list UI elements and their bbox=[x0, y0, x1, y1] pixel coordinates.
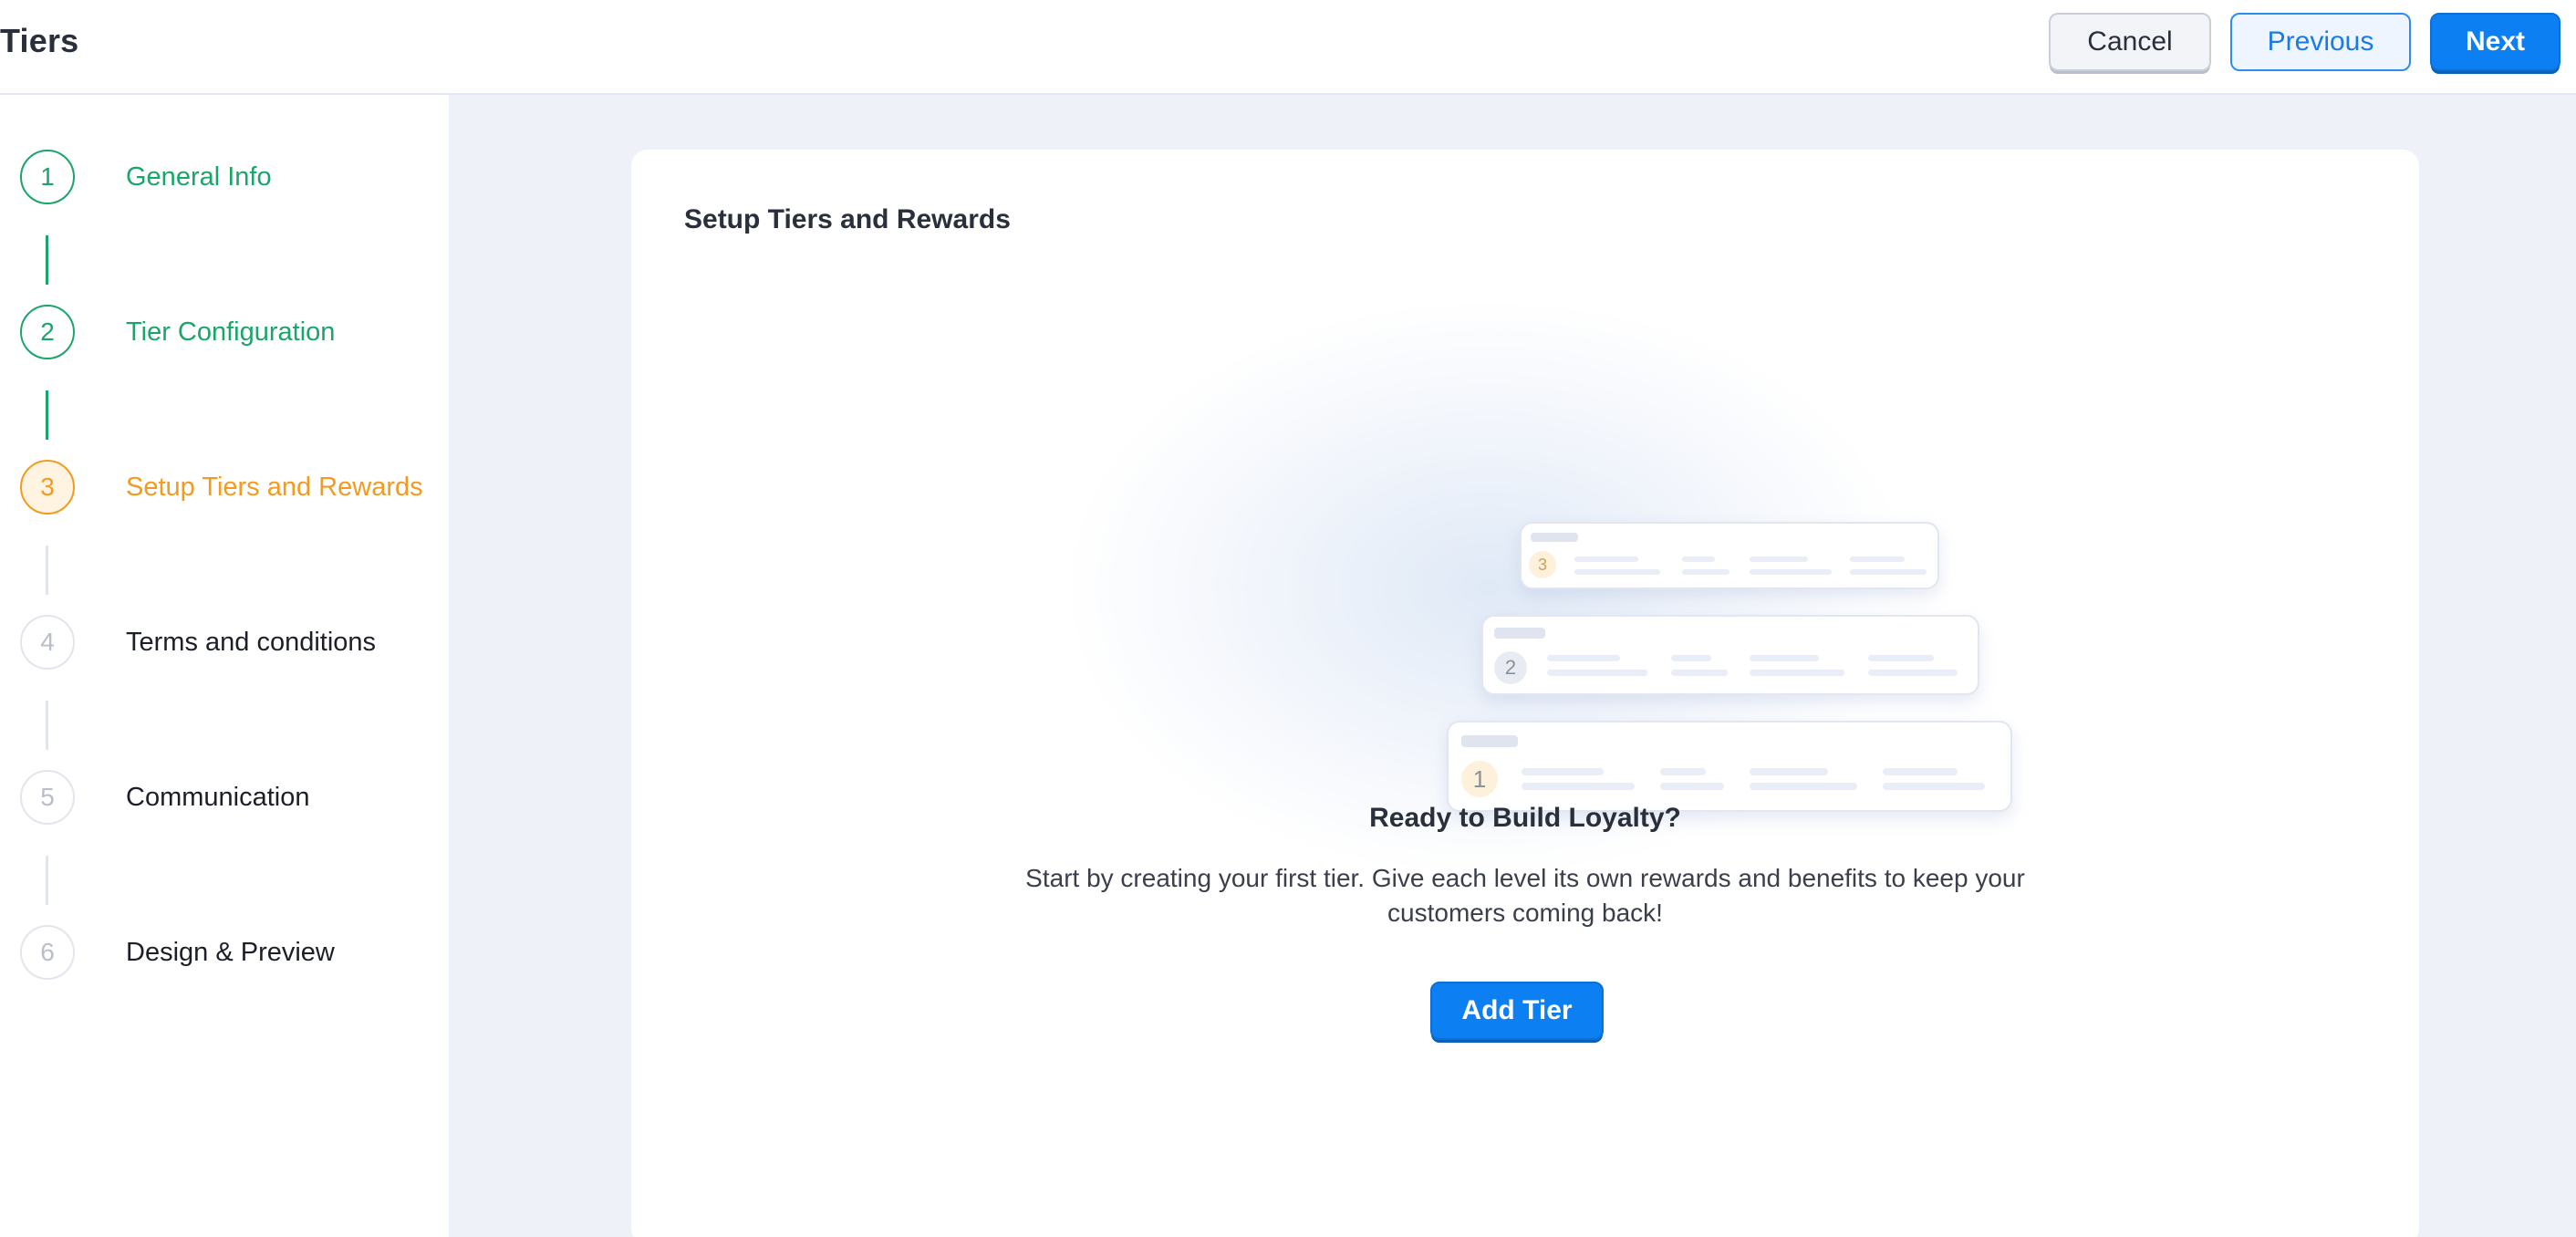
placeholder-bar bbox=[1522, 783, 1635, 790]
placeholder-bar bbox=[1682, 569, 1729, 575]
next-button[interactable]: Next bbox=[2430, 13, 2560, 71]
header-bar: Tiers Cancel Previous Next bbox=[0, 0, 2576, 95]
placeholder-bar bbox=[1671, 670, 1728, 676]
tier-number-badge: 3 bbox=[1529, 551, 1556, 578]
step-connector bbox=[46, 235, 48, 285]
tier-number-badge: 2 bbox=[1494, 651, 1527, 684]
placeholder-bar bbox=[1547, 670, 1647, 676]
placeholder-bar bbox=[1850, 556, 1905, 562]
step-terms-and-conditions[interactable]: 4 Terms and conditions bbox=[20, 615, 376, 670]
wizard-stepper: 1 General Info 2 Tier Configuration 3 Se… bbox=[0, 95, 449, 1237]
placeholder-bar bbox=[1660, 783, 1724, 790]
tier-card-2: 2 bbox=[1481, 615, 1979, 695]
setup-card: Setup Tiers and Rewards 3 2 1 Ready to B… bbox=[631, 150, 2419, 1237]
tiers-wizard: Tiers Cancel Previous Next 1 General Inf… bbox=[0, 0, 2576, 1237]
step-number: 5 bbox=[20, 770, 75, 825]
step-tier-configuration[interactable]: 2 Tier Configuration bbox=[20, 305, 335, 359]
step-label: Design & Preview bbox=[126, 937, 335, 967]
step-connector bbox=[46, 856, 48, 905]
placeholder-bar bbox=[1883, 768, 1958, 775]
placeholder-bar bbox=[1883, 783, 1985, 790]
step-label: Communication bbox=[126, 782, 310, 812]
step-design-and-preview[interactable]: 6 Design & Preview bbox=[20, 925, 335, 980]
add-tier-button[interactable]: Add Tier bbox=[1430, 982, 1604, 1040]
step-number: 3 bbox=[20, 460, 75, 515]
tier-number-badge: 1 bbox=[1461, 761, 1498, 797]
page-title: Tiers bbox=[0, 22, 79, 59]
placeholder-bar bbox=[1660, 768, 1706, 775]
placeholder-bar bbox=[1522, 768, 1604, 775]
placeholder-bar bbox=[1850, 569, 1927, 575]
placeholder-bar bbox=[1750, 655, 1819, 661]
step-connector bbox=[46, 390, 48, 440]
empty-state-description: Start by creating your first tier. Give … bbox=[1025, 864, 2025, 927]
step-communication[interactable]: 5 Communication bbox=[20, 770, 309, 825]
step-label: Terms and conditions bbox=[126, 627, 377, 657]
placeholder-bar bbox=[1547, 655, 1620, 661]
cancel-button[interactable]: Cancel bbox=[2049, 13, 2211, 71]
section-title: Setup Tiers and Rewards bbox=[684, 204, 1011, 234]
tier-card-3: 3 bbox=[1520, 522, 1939, 589]
previous-button[interactable]: Previous bbox=[2230, 13, 2411, 71]
placeholder-bar bbox=[1750, 768, 1828, 775]
step-label: Tier Configuration bbox=[126, 317, 336, 347]
placeholder-bar bbox=[1868, 655, 1934, 661]
step-setup-tiers-and-rewards[interactable]: 3 Setup Tiers and Rewards bbox=[20, 460, 423, 515]
step-connector bbox=[46, 701, 48, 750]
step-general-info[interactable]: 1 General Info bbox=[20, 150, 272, 204]
placeholder-bar bbox=[1682, 556, 1715, 562]
tiers-illustration: 3 2 1 bbox=[1060, 296, 2012, 879]
step-number: 6 bbox=[20, 925, 75, 980]
placeholder-bar bbox=[1750, 783, 1857, 790]
step-number: 1 bbox=[20, 150, 75, 204]
placeholder-bar bbox=[1750, 670, 1844, 676]
step-number: 2 bbox=[20, 305, 75, 359]
step-number: 4 bbox=[20, 615, 75, 670]
placeholder-bar bbox=[1531, 533, 1578, 542]
placeholder-bar bbox=[1494, 628, 1545, 639]
empty-state-title: Ready to Build Loyalty? bbox=[1369, 803, 1681, 833]
step-label: Setup Tiers and Rewards bbox=[126, 472, 423, 502]
placeholder-bar bbox=[1461, 735, 1518, 747]
placeholder-bar bbox=[1574, 556, 1638, 562]
tier-card-1: 1 bbox=[1447, 721, 2012, 812]
placeholder-bar bbox=[1868, 670, 1958, 676]
placeholder-bar bbox=[1671, 655, 1711, 661]
main-content: Setup Tiers and Rewards 3 2 1 Ready to B… bbox=[449, 95, 2576, 1237]
step-label: General Info bbox=[126, 161, 272, 192]
placeholder-bar bbox=[1574, 569, 1660, 575]
step-connector bbox=[46, 546, 48, 595]
placeholder-bar bbox=[1750, 569, 1832, 575]
placeholder-bar bbox=[1750, 556, 1808, 562]
